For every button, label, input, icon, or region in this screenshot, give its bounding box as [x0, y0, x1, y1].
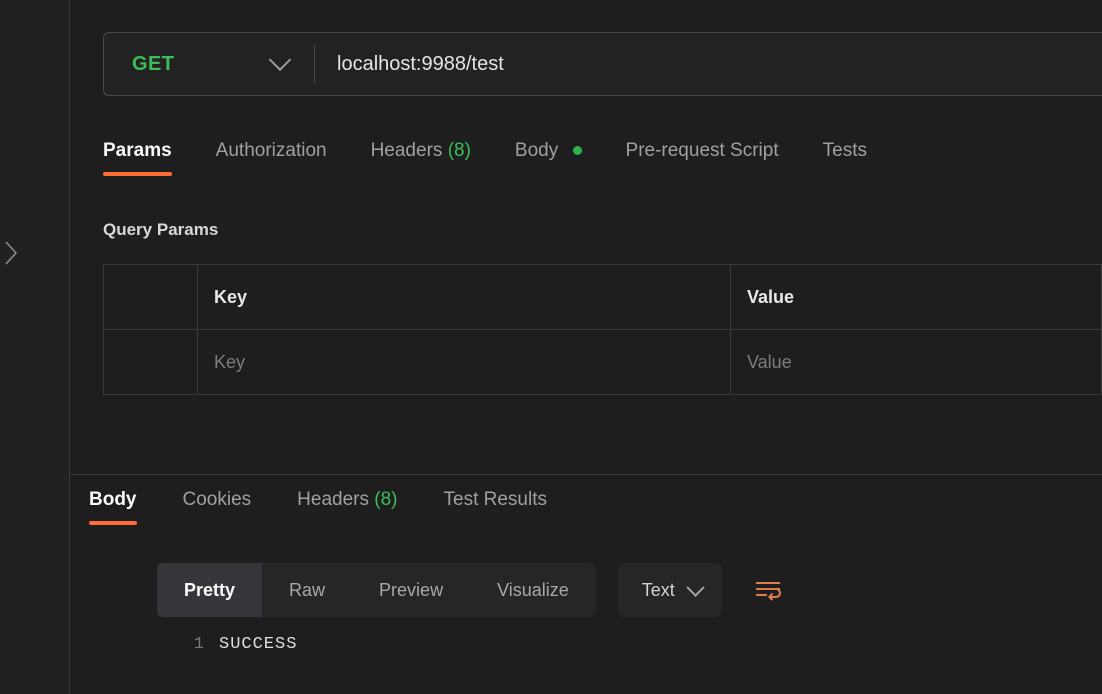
chevron-down-icon: [268, 48, 292, 72]
request-tabs: Params Authorization Headers (8) Body Pr…: [103, 140, 911, 176]
format-button-group: Pretty Raw Preview Visualize: [157, 563, 596, 617]
table-row: Key Value: [104, 330, 1102, 395]
row-key-input[interactable]: Key: [198, 330, 731, 394]
request-pane: GET Params Authorization Headers (8) Bod…: [71, 0, 1102, 474]
word-wrap-icon: [755, 581, 781, 601]
format-visualize-button[interactable]: Visualize: [470, 563, 596, 617]
tab-pre-request-script[interactable]: Pre-request Script: [626, 140, 801, 176]
body-modified-dot-icon: [572, 146, 582, 156]
response-body-line: SUCCESS: [219, 635, 298, 654]
format-pretty-button[interactable]: Pretty: [157, 563, 263, 617]
tab-headers-count: (8): [447, 140, 471, 161]
response-tab-cookies[interactable]: Cookies: [183, 489, 252, 525]
format-preview-button[interactable]: Preview: [352, 563, 470, 617]
chevron-down-icon: [686, 577, 705, 597]
request-url-bar: GET: [103, 32, 1102, 96]
table-header-checkbox-cell: [104, 265, 198, 329]
sidebar-expand-button[interactable]: [0, 236, 22, 270]
tab-body-label: Body: [514, 140, 559, 161]
response-content-type-label: Text: [641, 579, 675, 600]
word-wrap-toggle-button[interactable]: [740, 563, 796, 617]
request-url-input[interactable]: [337, 33, 1102, 95]
response-body-viewer[interactable]: 1 SUCCESS: [157, 635, 1102, 694]
tab-headers-label: Headers: [370, 140, 443, 161]
response-content-type-select[interactable]: Text: [617, 563, 722, 617]
format-raw-button[interactable]: Raw: [262, 563, 352, 617]
http-method-select[interactable]: GET: [104, 33, 304, 95]
chevron-right-icon: [5, 241, 18, 265]
response-tab-cookies-label: Cookies: [182, 489, 252, 510]
line-number: 1: [193, 635, 205, 654]
response-tab-headers[interactable]: Headers (8): [297, 489, 397, 525]
response-format-toolbar: Pretty Raw Preview Visualize Text: [157, 563, 796, 617]
row-value-input[interactable]: Value: [731, 330, 1102, 394]
tab-tests[interactable]: Tests: [823, 140, 889, 176]
response-tabs: Body Cookies Headers (8) Test Results: [89, 489, 593, 525]
response-tab-headers-count: (8): [374, 489, 398, 510]
tab-pre-request-script-label: Pre-request Script: [625, 140, 779, 161]
response-tab-headers-label: Headers: [297, 489, 369, 510]
row-checkbox-cell[interactable]: [104, 330, 198, 394]
url-bar-divider: [314, 45, 315, 83]
query-params-table: Key Value Key Value: [103, 264, 1102, 395]
tab-params-label: Params: [103, 140, 172, 161]
table-header-row: Key Value: [104, 265, 1102, 330]
postman-window: GET Params Authorization Headers (8) Bod…: [0, 0, 1102, 694]
tab-body[interactable]: Body: [515, 140, 604, 176]
response-tab-test-results-label: Test Results: [443, 489, 547, 510]
http-method-label: GET: [132, 52, 175, 75]
tab-headers[interactable]: Headers (8): [371, 140, 493, 176]
response-tab-body[interactable]: Body: [89, 489, 137, 525]
table-header-value: Value: [731, 265, 1102, 329]
tab-authorization-label: Authorization: [215, 140, 327, 161]
response-pane: Body Cookies Headers (8) Test Results Pr…: [71, 474, 1102, 694]
tab-params[interactable]: Params: [103, 140, 194, 176]
table-header-key: Key: [198, 265, 731, 329]
query-params-title: Query Params: [103, 220, 219, 239]
sidebar-gutter: [0, 0, 70, 694]
response-tab-body-label: Body: [89, 489, 137, 510]
response-tab-test-results[interactable]: Test Results: [444, 489, 547, 525]
tab-tests-label: Tests: [822, 140, 867, 161]
tab-authorization[interactable]: Authorization: [216, 140, 349, 176]
